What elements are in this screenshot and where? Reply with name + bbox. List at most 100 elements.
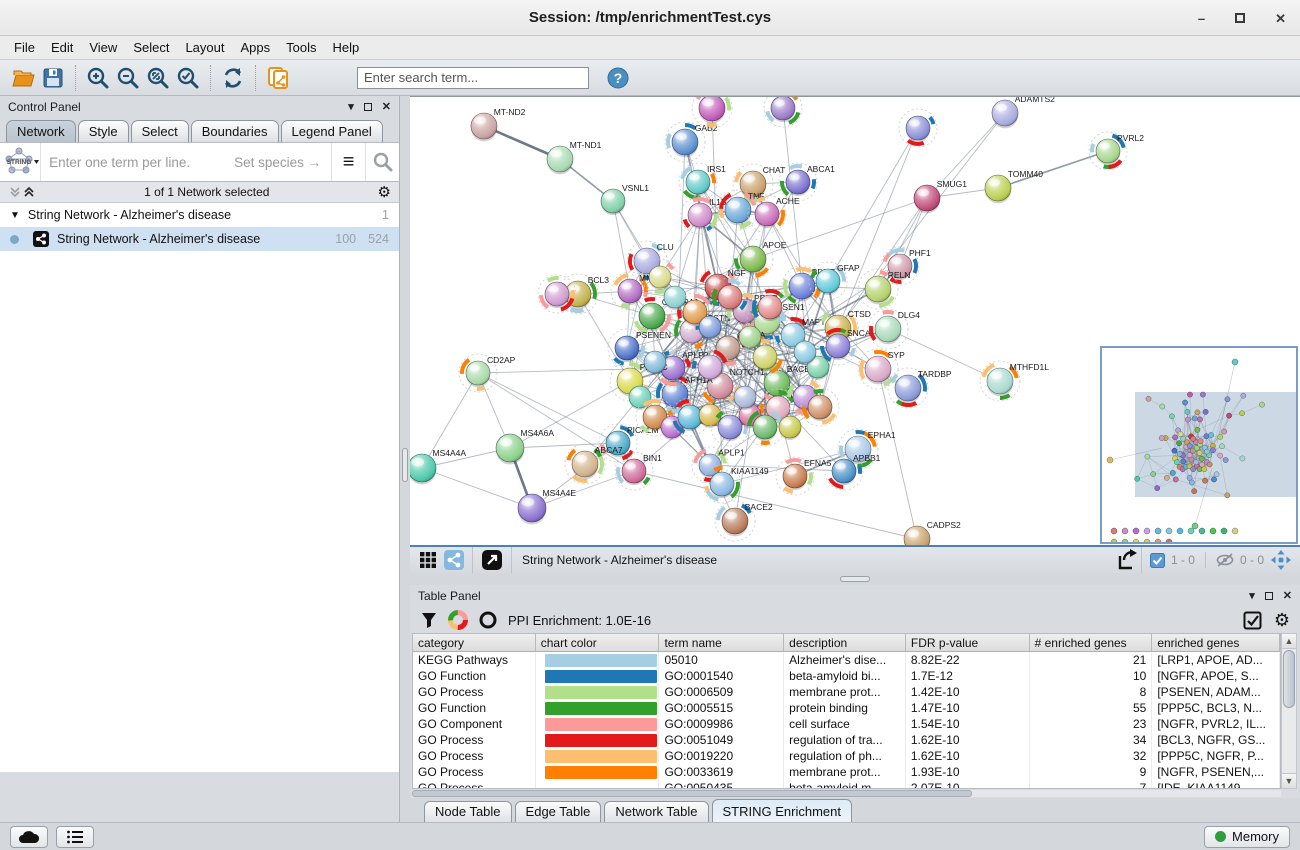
panel-menu-icon[interactable]: ▾ xyxy=(348,102,354,113)
splitter-handle[interactable] xyxy=(402,448,408,482)
tab-style[interactable]: Style xyxy=(78,120,129,142)
network-collection-row[interactable]: ▼ String Network - Alzheimer's disease 1 xyxy=(0,203,399,227)
node-apbb1[interactable]: APBB1 xyxy=(825,452,881,490)
navigate-icon[interactable] xyxy=(1270,549,1292,571)
tab-network[interactable]: Network xyxy=(6,120,76,142)
node[interactable] xyxy=(739,326,761,350)
expand-all-icon[interactable] xyxy=(22,185,36,199)
node-adamts2[interactable]: ADAMTS2 xyxy=(992,97,1055,128)
horizontal-splitter[interactable] xyxy=(410,573,1300,585)
collection-caret-icon[interactable]: ▼ xyxy=(10,210,20,221)
network-options-gear-icon[interactable]: ⚙ xyxy=(378,185,391,200)
node-tomm40[interactable]: TOMM40 xyxy=(985,169,1043,203)
vertical-splitter[interactable] xyxy=(400,96,410,822)
float-panel-icon[interactable] xyxy=(1265,592,1273,600)
scroll-down-arrow[interactable]: ▼ xyxy=(1282,773,1296,788)
task-history-button[interactable] xyxy=(56,826,94,848)
search-input[interactable] xyxy=(357,67,589,89)
node-bace2[interactable]: BACE2 xyxy=(715,501,773,541)
node[interactable] xyxy=(779,416,801,440)
node[interactable] xyxy=(644,351,666,375)
node-ms4a4a[interactable]: MS4A4A xyxy=(410,448,466,484)
menu-layout[interactable]: Layout xyxy=(177,37,232,58)
scroll-up-arrow[interactable]: ▲ xyxy=(1282,634,1296,649)
node-vsnl1[interactable]: VSNL1 xyxy=(601,183,649,215)
zoom-fit-button[interactable] xyxy=(143,63,173,93)
column-header-fdr-p-value[interactable]: FDR p-value xyxy=(906,634,1030,651)
table-horizontal-scrollbar[interactable] xyxy=(412,790,1281,797)
column-header-term-name[interactable]: term name xyxy=(659,634,784,651)
close-panel-icon[interactable]: ✕ xyxy=(1283,591,1292,602)
node-dlg4[interactable]: DLG4 xyxy=(868,309,920,349)
node[interactable] xyxy=(699,316,721,340)
string-view-icon[interactable] xyxy=(444,550,464,570)
grid-view-icon[interactable] xyxy=(418,550,438,570)
string-logo-icon[interactable]: STRING xyxy=(0,143,41,181)
refresh-button[interactable] xyxy=(218,63,248,93)
scrollbar-thumb[interactable] xyxy=(412,790,972,797)
table-row[interactable]: GO ProcessGO:0006509membrane prot...1.42… xyxy=(413,684,1280,700)
column-header-enriched-genes[interactable]: enriched genes xyxy=(1152,634,1280,651)
string-options-button[interactable]: ≡ xyxy=(331,143,365,181)
scrollbar-thumb[interactable] xyxy=(1283,650,1295,708)
filter-icon[interactable] xyxy=(420,611,438,629)
save-session-button[interactable] xyxy=(38,63,68,93)
hidden-elements-icon[interactable] xyxy=(1216,553,1234,567)
open-session-button[interactable] xyxy=(8,63,38,93)
tab-select[interactable]: Select xyxy=(131,120,189,142)
node[interactable] xyxy=(734,386,756,410)
column-header-chart-color[interactable]: chart color xyxy=(536,634,660,651)
table-row[interactable]: GO ComponentGO:0009986cell surface1.54E-… xyxy=(413,716,1280,732)
network-from-file-button[interactable] xyxy=(263,63,293,93)
menu-file[interactable]: File xyxy=(6,37,43,58)
network-row[interactable]: String Network - Alzheimer's disease 100… xyxy=(0,227,399,251)
table-row[interactable]: GO FunctionGO:0005515protein binding1.47… xyxy=(413,700,1280,716)
node-mt-nd1[interactable]: MT-ND1 xyxy=(547,140,602,174)
memory-button[interactable]: Memory xyxy=(1204,826,1290,848)
birds-eye-view[interactable] xyxy=(1100,346,1298,544)
menu-help[interactable]: Help xyxy=(325,37,368,58)
tab-string-enrichment[interactable]: STRING Enrichment xyxy=(712,799,852,822)
node-bin1[interactable]: BIN1 xyxy=(615,452,662,490)
node[interactable] xyxy=(764,97,802,127)
node-cadps2[interactable]: CADPS2 xyxy=(904,520,961,545)
node[interactable] xyxy=(794,341,816,365)
menu-apps[interactable]: Apps xyxy=(233,37,279,58)
table-row[interactable]: GO ProcessGO:0019220regulation of ph...1… xyxy=(413,748,1280,764)
open-in-new-window-icon[interactable] xyxy=(481,549,503,571)
column-header-category[interactable]: category xyxy=(413,634,536,651)
table-row[interactable]: KEGG Pathways05010Alzheimer's dise...8.8… xyxy=(413,652,1280,668)
node-mt-nd2[interactable]: MT-ND2 xyxy=(471,107,526,141)
select-columns-icon[interactable] xyxy=(1243,611,1262,630)
zoom-out-button[interactable] xyxy=(113,63,143,93)
node[interactable] xyxy=(899,109,937,147)
table-row[interactable]: GO FunctionGO:0001540beta-amyloid bi...1… xyxy=(413,668,1280,684)
collapse-all-icon[interactable] xyxy=(8,185,22,199)
minimize-button[interactable]: – xyxy=(1198,12,1205,25)
tab-node-table[interactable]: Node Table xyxy=(424,801,512,822)
string-search-button[interactable] xyxy=(365,143,399,181)
node-cd2ap[interactable]: CD2AP xyxy=(459,354,516,392)
selected-nodes-checkbox-icon[interactable] xyxy=(1150,553,1165,568)
menu-view[interactable]: View xyxy=(81,37,125,58)
vertical-scrollbar[interactable]: ▲ ▼ xyxy=(1281,633,1297,789)
export-network-icon[interactable] xyxy=(1115,548,1139,572)
tab-edge-table[interactable]: Edge Table xyxy=(515,801,602,822)
species-hint[interactable]: Set species → xyxy=(234,155,331,170)
tab-boundaries[interactable]: Boundaries xyxy=(191,120,279,142)
node-reln[interactable]: RELN xyxy=(858,269,910,309)
enrichment-table[interactable]: categorychart colorterm namedescriptionF… xyxy=(412,633,1281,789)
menu-tools[interactable]: Tools xyxy=(278,37,324,58)
tab-legend-panel[interactable]: Legend Panel xyxy=(281,120,383,142)
close-panel-icon[interactable]: ✕ xyxy=(382,102,391,113)
table-row[interactable]: GO ProcessGO:0033619membrane prot...1.93… xyxy=(413,764,1280,780)
table-settings-gear-icon[interactable]: ⚙ xyxy=(1274,611,1290,629)
table-row[interactable]: GO ProcessGO:0050435beta-amyloid m...2.0… xyxy=(413,780,1280,788)
ring-chart-icon[interactable] xyxy=(478,610,498,630)
cloud-tasks-button[interactable] xyxy=(10,826,48,848)
enrichment-chart-icon[interactable] xyxy=(448,610,468,630)
node-pvrl2[interactable]: PVRL2 xyxy=(1089,132,1144,170)
node-mthfd1l[interactable]: MTHFD1L xyxy=(980,361,1049,401)
help-icon[interactable]: ? xyxy=(603,63,633,93)
node[interactable] xyxy=(629,386,651,410)
